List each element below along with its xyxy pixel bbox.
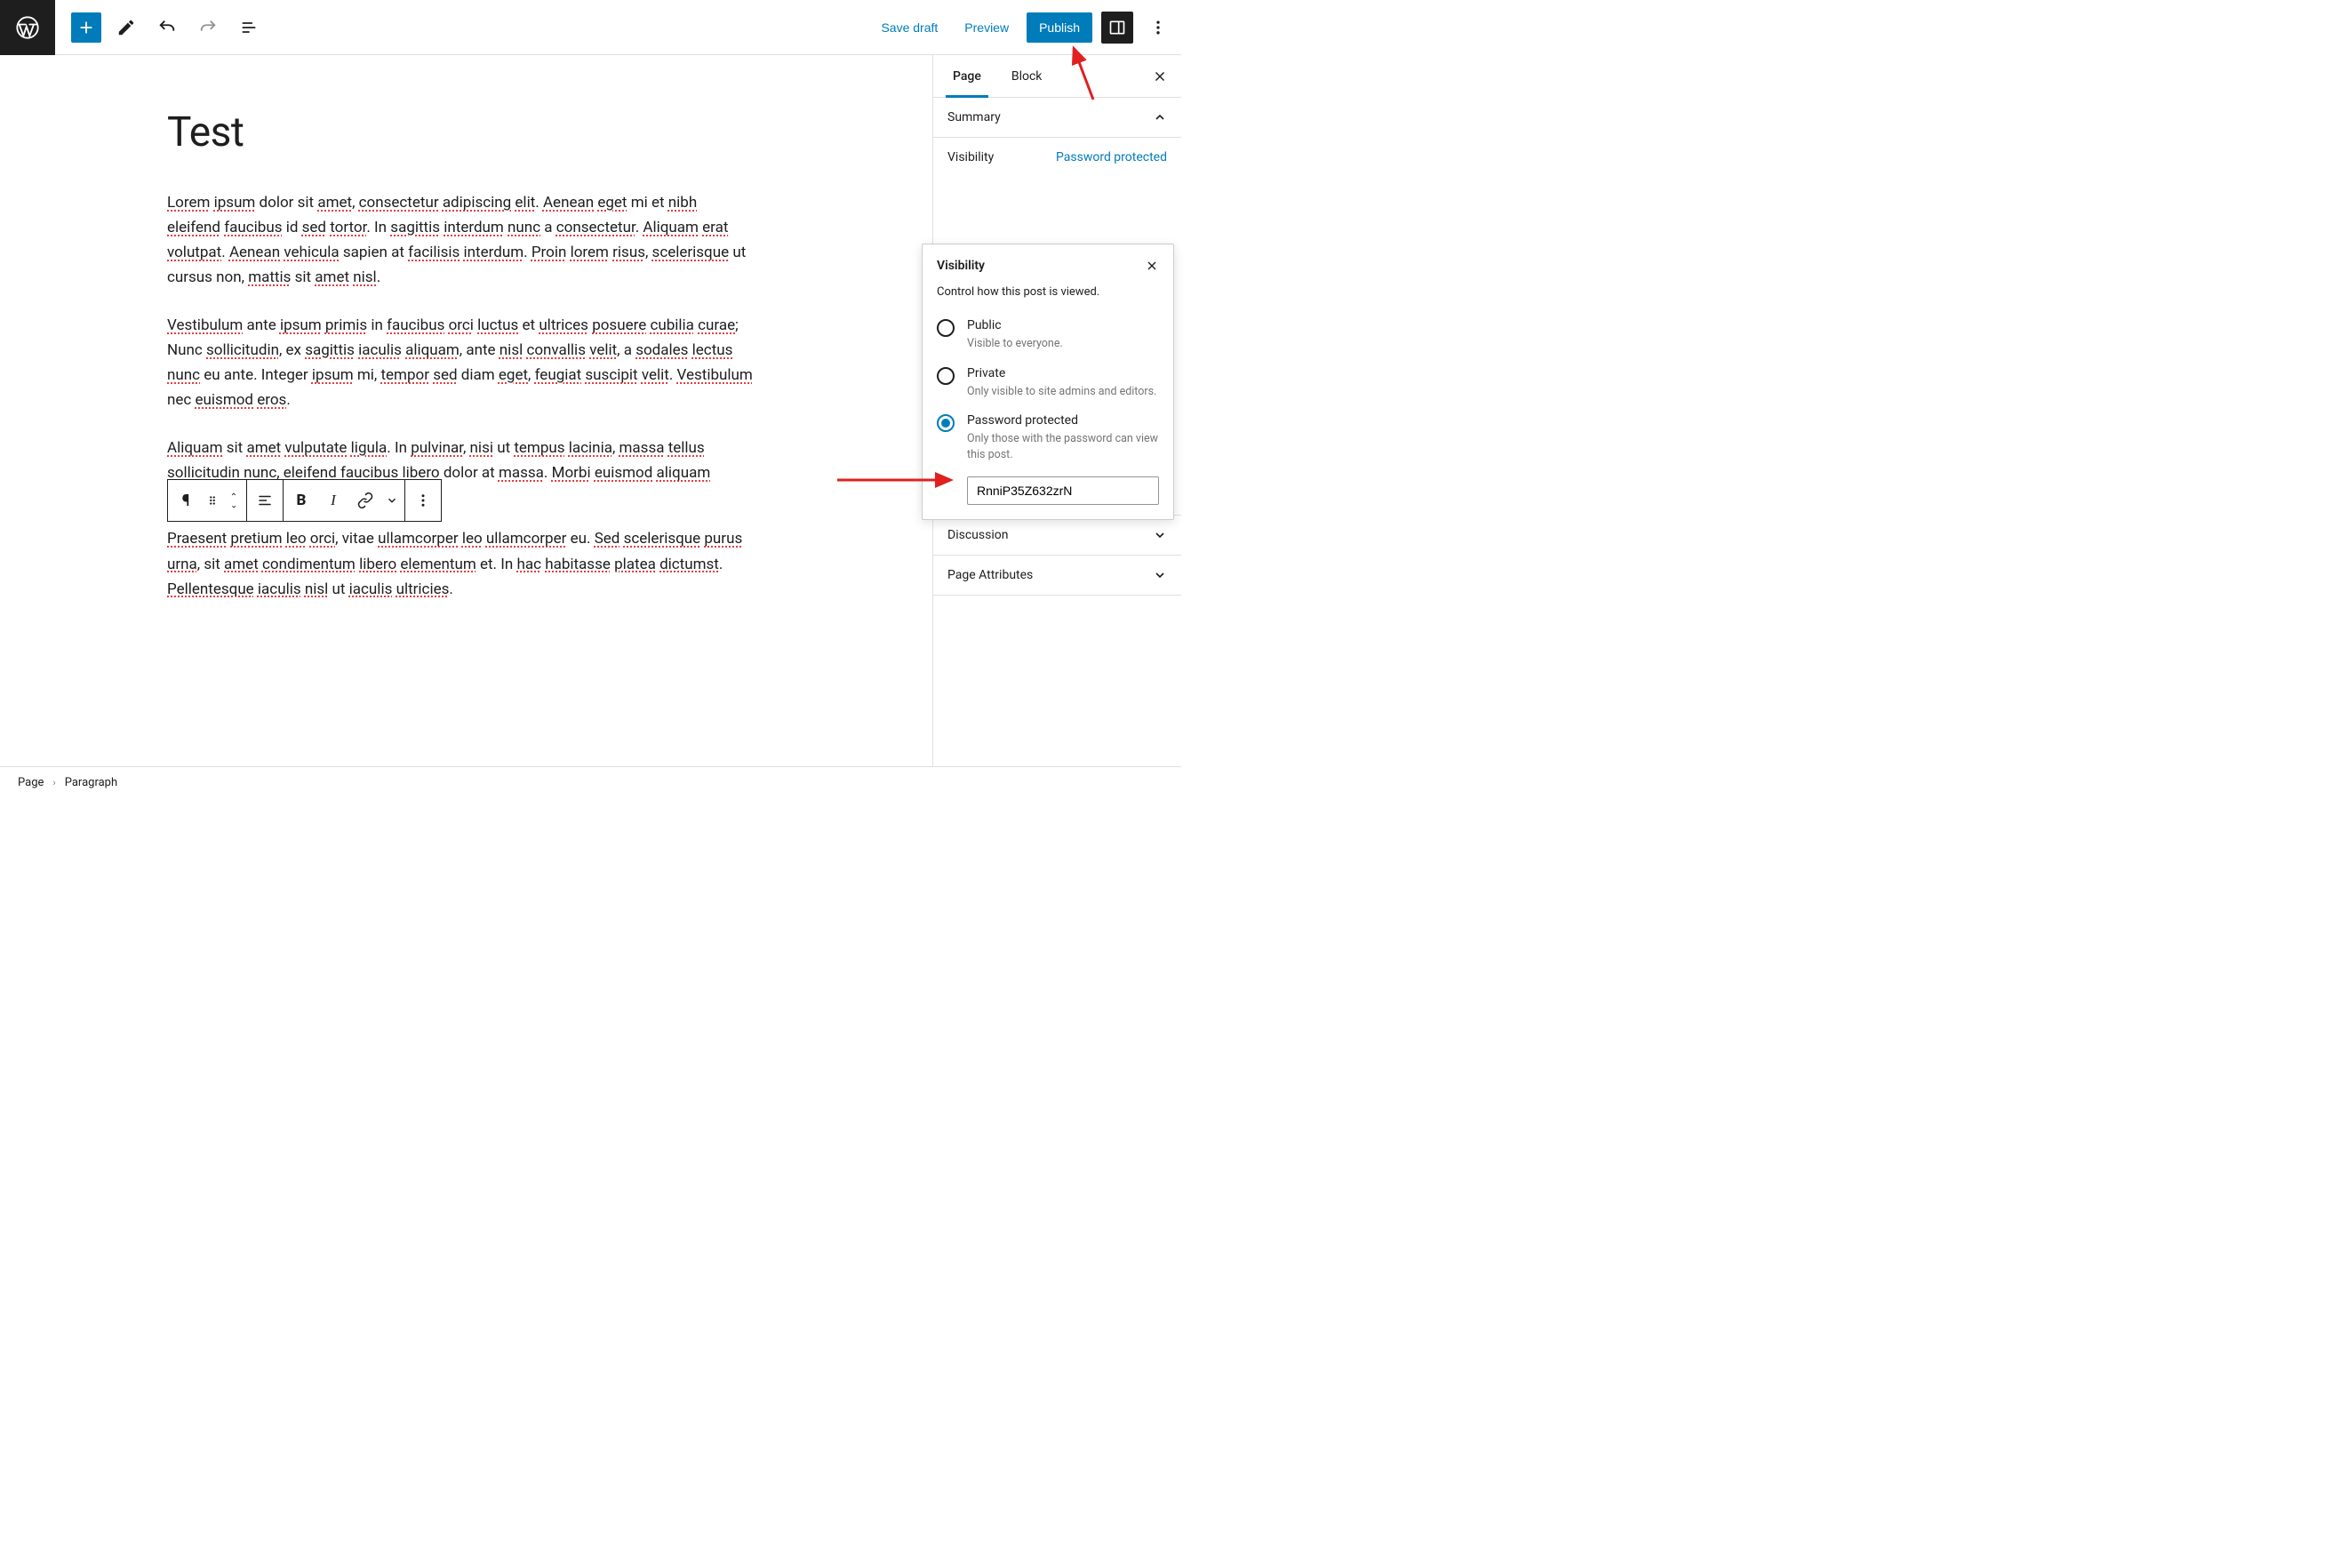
- link-icon[interactable]: [349, 480, 381, 521]
- undo-icon[interactable]: [151, 12, 183, 44]
- breadcrumb-root[interactable]: Page: [18, 776, 44, 789]
- visibility-row: Visibility Password protected: [933, 138, 1181, 177]
- wordpress-logo[interactable]: [0, 0, 55, 55]
- add-block-button[interactable]: [71, 12, 101, 43]
- align-icon[interactable]: [249, 480, 281, 521]
- paragraph-block[interactable]: Lorem ipsum dolor sit amet, consectetur …: [167, 190, 754, 290]
- tab-block[interactable]: Block: [1004, 55, 1050, 97]
- popover-title: Visibility: [937, 259, 985, 273]
- document-outline-icon[interactable]: [233, 12, 265, 44]
- paragraph-block[interactable]: Praesent pretium leo orci, vitae ullamco…: [167, 526, 754, 601]
- breadcrumb-current[interactable]: Paragraph: [65, 776, 117, 789]
- visibility-radio-public[interactable]: [937, 319, 955, 337]
- visibility-radio-private[interactable]: [937, 367, 955, 385]
- settings-sidebar: Page Block Summary Visibility Password p…: [932, 55, 1181, 766]
- chevron-up-icon: [1153, 110, 1167, 124]
- publish-button[interactable]: Publish: [1027, 12, 1092, 43]
- popover-description: Control how this post is viewed.: [937, 285, 1159, 299]
- radio-help: Visible to everyone.: [967, 336, 1063, 352]
- summary-panel-header[interactable]: Summary: [933, 98, 1181, 138]
- block-toolbar: ¶ ⌃⌃ B I: [167, 479, 442, 522]
- close-sidebar-icon[interactable]: [1139, 55, 1181, 97]
- paragraph-type-icon[interactable]: ¶: [170, 480, 202, 521]
- bold-icon[interactable]: B: [285, 480, 317, 521]
- paragraph-block[interactable]: Vestibulum ante ipsum primis in faucibus…: [167, 313, 754, 412]
- more-icon[interactable]: [407, 480, 439, 521]
- move-up-down-icon[interactable]: ⌃⌃: [223, 494, 244, 507]
- tab-page[interactable]: Page: [946, 55, 988, 97]
- drag-handle-icon[interactable]: [202, 480, 223, 521]
- page-title[interactable]: Test: [167, 108, 754, 156]
- close-icon[interactable]: [1145, 259, 1159, 273]
- page-attributes-panel-header[interactable]: Page Attributes: [933, 556, 1181, 596]
- radio-label: Public: [967, 318, 1063, 332]
- page-attributes-label: Page Attributes: [947, 568, 1033, 582]
- discussion-label: Discussion: [947, 528, 1008, 542]
- chevron-down-icon: [1153, 528, 1167, 542]
- password-input[interactable]: [967, 476, 1159, 505]
- chevron-down-icon[interactable]: [381, 480, 403, 521]
- radio-help: Only those with the password can view th…: [967, 431, 1159, 462]
- settings-panel-toggle[interactable]: [1101, 12, 1133, 44]
- redo-icon[interactable]: [192, 12, 224, 44]
- save-draft-button[interactable]: Save draft: [872, 13, 947, 42]
- visibility-popover: Visibility Control how this post is view…: [922, 244, 1174, 520]
- discussion-panel-header[interactable]: Discussion: [933, 515, 1181, 556]
- preview-button[interactable]: Preview: [955, 13, 1018, 42]
- visibility-value-link[interactable]: Password protected: [1056, 150, 1167, 164]
- italic-icon[interactable]: I: [317, 480, 349, 521]
- radio-help: Only visible to site admins and editors.: [967, 384, 1156, 400]
- chevron-right-icon: ›: [52, 777, 55, 788]
- chevron-down-icon: [1153, 568, 1167, 582]
- radio-label: Password protected: [967, 413, 1159, 428]
- edit-pencil-icon[interactable]: [110, 12, 142, 44]
- visibility-radio-password[interactable]: [937, 414, 955, 432]
- radio-label: Private: [967, 366, 1156, 380]
- breadcrumb: Page › Paragraph: [0, 766, 1181, 798]
- summary-label: Summary: [947, 110, 1001, 124]
- more-options-icon[interactable]: [1142, 12, 1174, 44]
- visibility-label: Visibility: [947, 150, 994, 164]
